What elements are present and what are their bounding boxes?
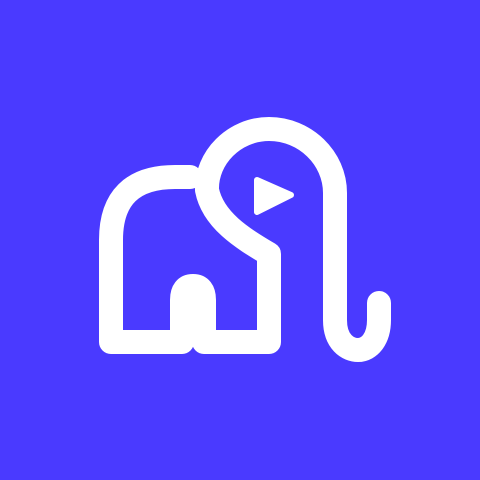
app-icon — [0, 0, 480, 480]
elephant-play-logo-icon — [0, 0, 480, 480]
